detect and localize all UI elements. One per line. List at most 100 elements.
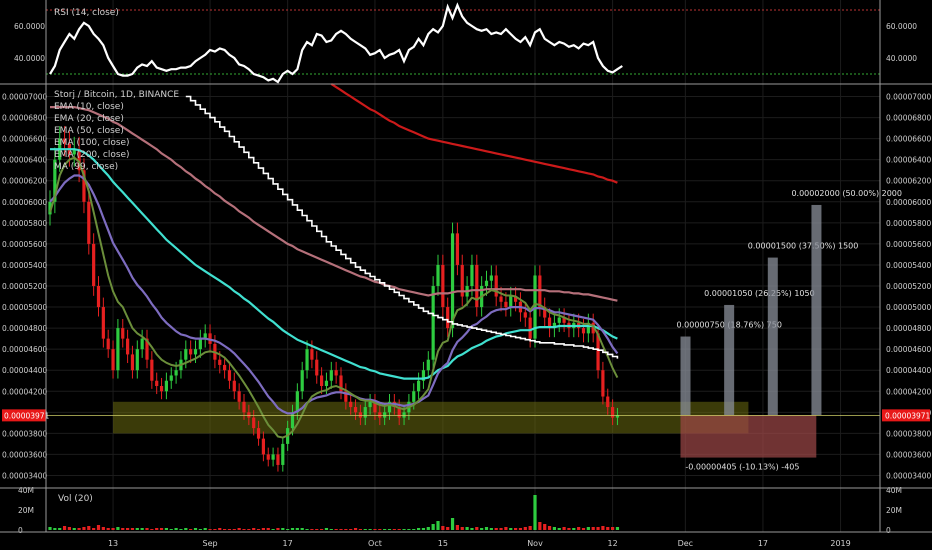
candle-body [484, 280, 489, 286]
volume-bar [431, 524, 435, 530]
candle-body [601, 370, 605, 397]
candle-body [305, 349, 309, 371]
y-tick-label-right: 0.00005200 [886, 282, 932, 291]
volume-bar [552, 527, 556, 530]
volume-bar [252, 528, 256, 530]
rsi-tick-left: 40.0000 [14, 54, 45, 63]
candle-body [252, 417, 256, 429]
target-label: 0.00001500 (37.50%) 1500 [748, 242, 859, 251]
volume-bar [450, 518, 455, 530]
volume-bar [383, 529, 387, 530]
volume-bar [455, 525, 459, 530]
volume-bar [232, 529, 236, 530]
volume-bar [295, 528, 299, 530]
volume-bar [363, 529, 367, 530]
volume-bar [72, 528, 76, 530]
volume-bar [499, 528, 503, 530]
candle-body [159, 386, 164, 392]
vol-tick-left: 0 [18, 526, 23, 535]
candle-body [412, 391, 416, 402]
y-tick-label-left: 0.00006200 [2, 177, 48, 186]
volume-bar [358, 529, 362, 530]
y-tick-label-left: 0.00005200 [2, 282, 48, 291]
volume-bar [509, 528, 513, 530]
volume-bar [218, 528, 222, 530]
volume-bar [145, 528, 149, 530]
volume-bar [615, 527, 620, 530]
volume-bar [446, 527, 450, 530]
x-tick-label: Sep [203, 539, 218, 548]
candle-body [417, 380, 421, 392]
y-tick-label-right: 0.00004600 [886, 345, 932, 354]
candle-body [155, 380, 159, 386]
volume-bar [528, 526, 532, 530]
legend-ema50: EMA (50, close) [54, 126, 124, 136]
volume-bar [465, 527, 469, 530]
y-tick-label-left: 0.00006600 [2, 135, 48, 144]
volume-bar [150, 529, 154, 530]
volume-bar [223, 529, 227, 530]
y-tick-label-right: 0.00006400 [886, 156, 932, 165]
volume-bar [484, 527, 489, 530]
candle-body [232, 380, 236, 392]
volume-bar [48, 527, 52, 530]
vol-tick-right: 0 [886, 526, 891, 535]
candle-body [494, 275, 498, 297]
candle-body [315, 359, 319, 376]
rsi-label: RSI (14, close) [54, 8, 119, 18]
volume-bar [155, 528, 159, 530]
candle-body [320, 375, 324, 386]
x-tick-label: 2019 [830, 539, 850, 548]
y-tick-label-right: 0.00004200 [886, 387, 932, 396]
y-tick-label-left: 0.00007000 [2, 93, 48, 102]
candle-body [329, 370, 333, 381]
volume-bar [329, 529, 333, 530]
candle-body [218, 359, 222, 365]
volume-bar [208, 529, 212, 530]
volume-bar [247, 529, 251, 530]
volume-bar [324, 528, 329, 530]
y-tick-label-left: 0.00003800 [2, 429, 48, 438]
candle-body [310, 349, 314, 360]
vol-tick-right: 20M [886, 506, 902, 515]
candle-body [334, 370, 338, 376]
candle-body [227, 370, 232, 381]
volume-bar [310, 529, 314, 530]
volume-bar [417, 528, 421, 530]
candle-body [174, 370, 178, 376]
legend-ema100: EMA (100, close) [54, 138, 130, 148]
x-tick-label: 12 [608, 539, 618, 548]
candle-body [557, 317, 561, 323]
volume-bar [96, 525, 101, 530]
candle-body [509, 296, 513, 308]
y-tick-label-right: 0.00006600 [886, 135, 932, 144]
candle-body [126, 338, 130, 355]
volume-bar [106, 528, 110, 530]
y-tick-label-left: 0.00003400 [2, 471, 48, 480]
legend-ema10: EMA (10, close) [54, 102, 124, 112]
candle-body [121, 328, 125, 339]
volume-bar [557, 528, 561, 530]
volume-bar [189, 529, 193, 530]
candle-body [606, 396, 610, 408]
candle-body [184, 349, 188, 360]
volume-bar [577, 527, 581, 530]
candle-body [324, 380, 329, 386]
volume-bar [339, 529, 343, 530]
volume-bar [126, 528, 130, 530]
candle-body [101, 307, 105, 339]
volume-bar [538, 522, 542, 530]
candle-body [300, 370, 304, 392]
volume-bar [237, 528, 241, 530]
candle-body [615, 415, 620, 418]
volume-bar [121, 528, 125, 530]
volume-bar [315, 529, 319, 530]
rsi-tick-right: 40.0000 [886, 54, 917, 63]
volume-bar [480, 528, 484, 530]
candle-body [349, 401, 353, 408]
candle-body [150, 359, 154, 381]
candle-body [140, 338, 144, 350]
y-tick-label-right: 0.00004400 [886, 366, 932, 375]
volume-bar [489, 528, 493, 530]
y-tick-label-left: 0.00005800 [2, 219, 48, 228]
